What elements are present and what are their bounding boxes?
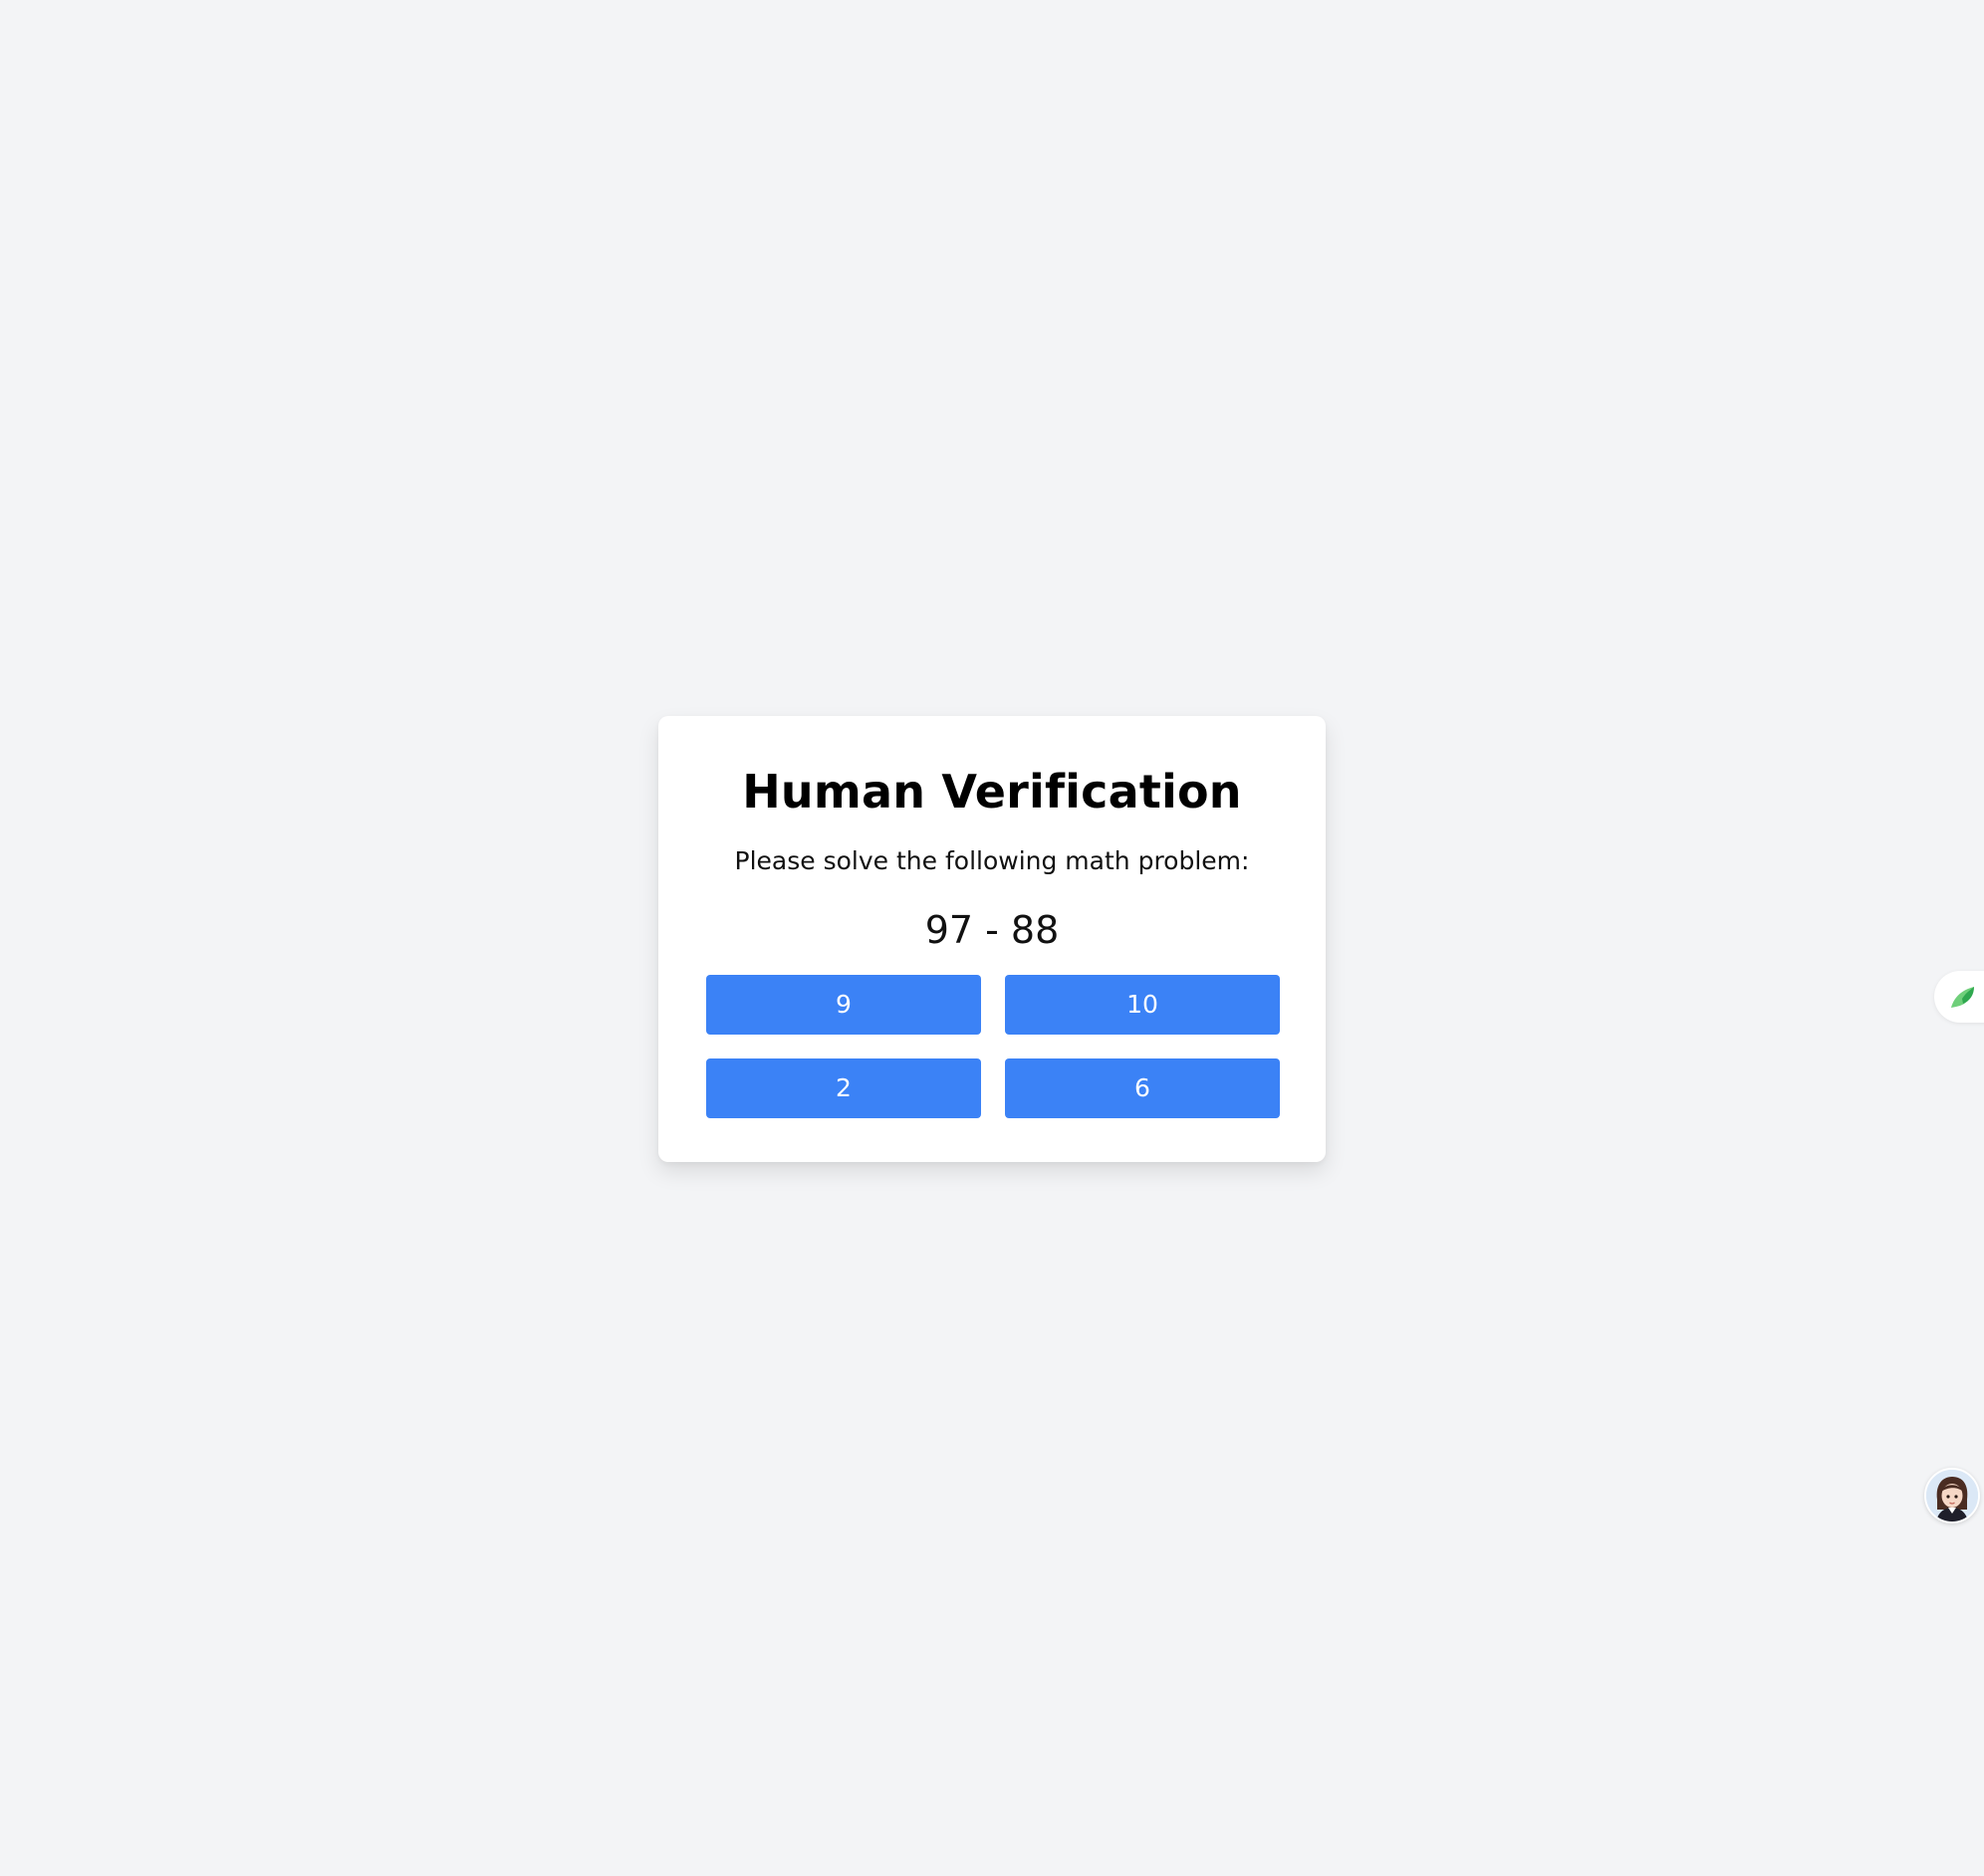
answer-button-2[interactable]: 2	[706, 1058, 981, 1118]
assistant-avatar[interactable]	[1924, 1468, 1980, 1524]
instruction-text: Please solve the following math problem:	[734, 846, 1250, 875]
verification-card: Human Verification Please solve the foll…	[658, 716, 1326, 1162]
answer-button-9[interactable]: 9	[706, 975, 981, 1035]
side-panel-toggle[interactable]	[1934, 971, 1984, 1023]
math-problem: 97 - 88	[924, 908, 1060, 952]
answer-button-10[interactable]: 10	[1005, 975, 1280, 1035]
page-title: Human Verification	[742, 765, 1242, 819]
answer-button-6[interactable]: 6	[1005, 1058, 1280, 1118]
answer-options: 9 10 2 6	[706, 975, 1280, 1118]
leaf-icon	[1951, 987, 1974, 1008]
assistant-avatar-icon	[1926, 1470, 1978, 1522]
